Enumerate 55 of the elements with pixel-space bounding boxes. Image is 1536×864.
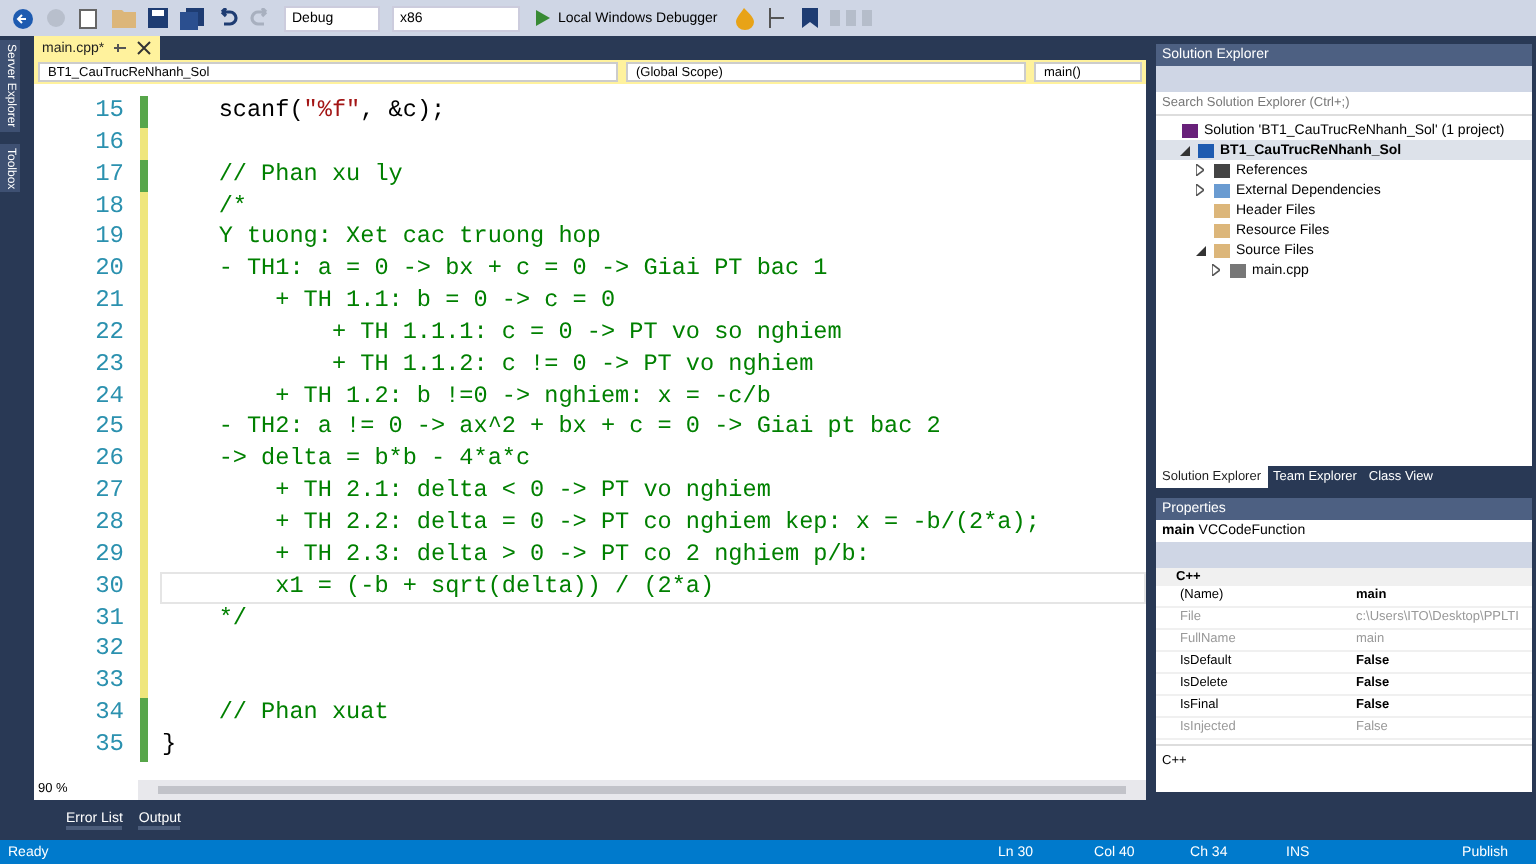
save-all-icon[interactable]	[180, 7, 204, 29]
horizontal-scrollbar[interactable]	[158, 786, 1126, 794]
line-number: 21	[93, 286, 124, 318]
code-line: - TH1: a = 0 -> bx + c = 0 -> Giai PT bac 1	[216, 254, 828, 283]
code-editor[interactable]	[34, 84, 1146, 800]
code-line: -> delta = b*b - 4*a*c	[216, 444, 531, 473]
code-line: + TH 1.2: b !=0 -> nghiem: x = -c/b	[273, 381, 771, 410]
line-number: 28	[93, 507, 124, 540]
code-line: + TH 2.1: delta < 0 -> PT vo nghiem	[273, 476, 771, 505]
code-line: */	[216, 603, 247, 631]
code-line: + TH 2.3: delta > 0 -> PT co 2 nghiem p/b:	[273, 539, 870, 568]
code-line: Y tuong: Xet cac truong hop	[216, 222, 601, 251]
line-number: 32	[93, 634, 124, 667]
line-number: 16	[93, 127, 124, 160]
line-number: 20	[93, 254, 124, 287]
line-number: 26	[93, 444, 124, 477]
line-number: 30	[93, 571, 124, 603]
expanded-icon[interactable]	[1180, 145, 1190, 155]
code-line: - TH2: a != 0 -> ax^2 + bx + c = 0 -> Giai pt bac 2	[216, 412, 941, 441]
line-number: 27	[93, 476, 124, 508]
line-number: 33	[93, 666, 124, 699]
line-number: 34	[93, 698, 124, 730]
line-number: 31	[93, 603, 124, 635]
code-line: + TH 2.2: delta = 0 -> PT co nghiem kep: x = -b/(2*a);	[273, 507, 1040, 536]
new-item-icon[interactable]	[78, 7, 100, 29]
line-number: 35	[93, 729, 124, 762]
line-number: 18	[93, 191, 124, 223]
line-number: 15	[93, 96, 124, 128]
line-number: 19	[93, 222, 124, 255]
undo-icon[interactable]	[216, 8, 238, 28]
pin-icon[interactable]	[112, 40, 129, 56]
code-line: }	[162, 729, 177, 758]
code-line: /*	[216, 191, 247, 220]
collapsed-icon[interactable]	[1196, 164, 1204, 176]
line-number: 23	[93, 349, 124, 382]
bookmark-icon[interactable]	[801, 8, 818, 28]
code-line: scanf("%f", &c);	[216, 96, 446, 124]
line-number: 24	[93, 381, 124, 413]
line-number: 17	[93, 159, 124, 192]
code-line: + TH 1.1: b = 0 -> c = 0	[273, 286, 616, 315]
collapsed-icon[interactable]	[1196, 184, 1204, 196]
line-number: 29	[93, 539, 124, 572]
code-line: + TH 1.1.2: c != 0 -> PT vo nghiem	[329, 349, 814, 378]
play-icon	[536, 10, 550, 26]
back-icon[interactable]	[12, 7, 34, 29]
code-line: x1 = (-b + sqrt(delta)) / (2*a)	[273, 571, 715, 600]
code-line: // Phan xu ly	[216, 159, 403, 188]
line-number: 22	[93, 317, 124, 350]
code-line: + TH 1.1.1: c = 0 -> PT vo so nghiem	[329, 317, 842, 346]
collapsed-icon[interactable]	[1212, 264, 1220, 276]
save-icon[interactable]	[148, 8, 168, 28]
expanded-icon[interactable]	[1196, 245, 1206, 255]
line-number: 25	[93, 412, 124, 445]
code-line: // Phan xuat	[216, 698, 389, 727]
close-icon[interactable]	[136, 40, 153, 56]
